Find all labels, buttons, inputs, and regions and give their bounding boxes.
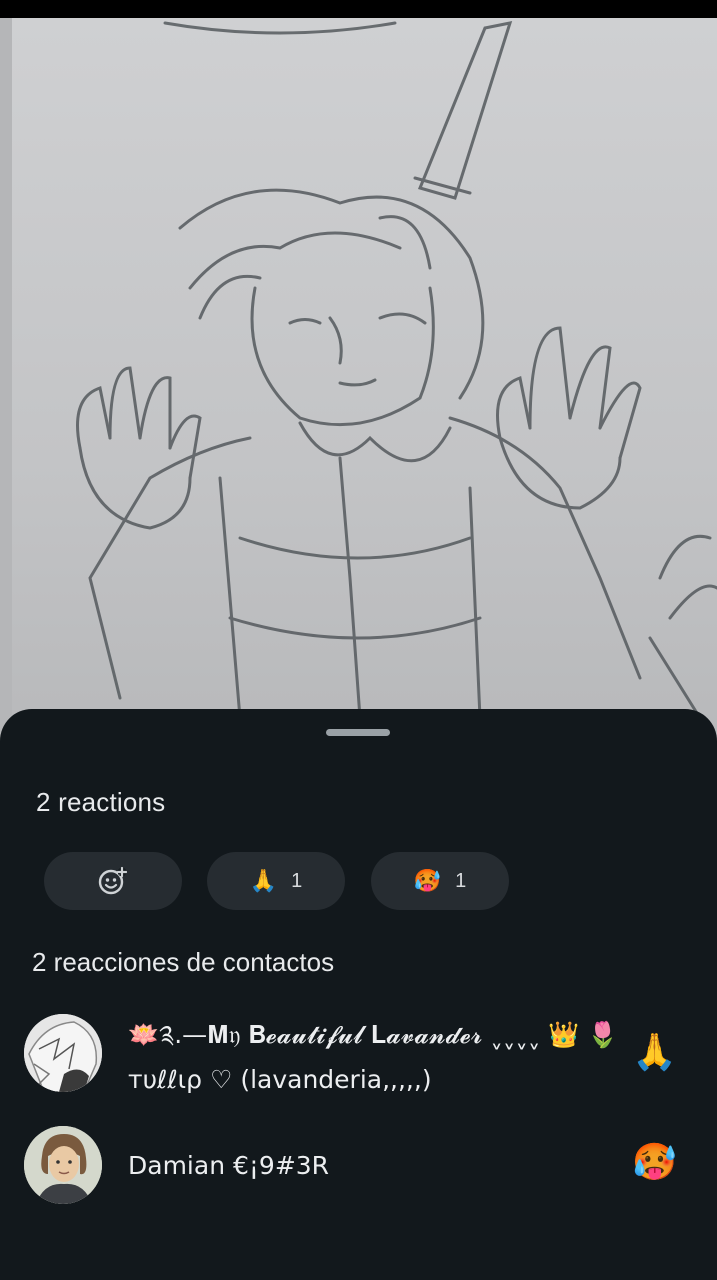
- contact-reaction-row[interactable]: Damian €¡9#3R 🥵: [0, 1121, 717, 1211]
- reaction-chip-count: 1: [455, 869, 467, 892]
- pray-emoji-icon: 🙏: [249, 868, 278, 893]
- avatar[interactable]: [24, 1126, 102, 1204]
- reaction-chip-count: 1: [291, 869, 303, 892]
- contact-name-line2: тυℓℓιρ ♡ (lavanderia,,,,,): [128, 1065, 432, 1094]
- contact-reaction-row[interactable]: 🪷༉.—𝐌𝔶 𝐁𝓮𝓪𝓾𝓽𝓲𝓯𝓾𝓵 𝐋𝓪𝓿𝓪𝓷𝓭𝓮𝓻 ˬˬˬˬ 👑 🌷 тυℓℓι…: [0, 1009, 717, 1099]
- avatar[interactable]: [24, 1014, 102, 1092]
- contact-name: Damian €¡9#3R: [128, 1151, 330, 1180]
- reactions-count-title: 2 reactions: [36, 787, 166, 817]
- pray-emoji-icon: 🙏: [632, 1031, 677, 1072]
- reactions-bottom-sheet: 2 reactions 🙏 1 🥵 1 2 reacciones de cont…: [0, 709, 717, 1280]
- reaction-chip-hot-face[interactable]: 🥵 1: [371, 852, 509, 910]
- status-bar: [0, 0, 717, 18]
- avatar-image: [24, 1014, 102, 1092]
- hot-face-emoji-icon: 🥵: [632, 1141, 677, 1182]
- add-reaction-button[interactable]: [44, 852, 182, 910]
- contact-name-line1: 🪷༉.—𝐌𝔶 𝐁𝓮𝓪𝓾𝓽𝓲𝓯𝓾𝓵 𝐋𝓪𝓿𝓪𝓷𝓭𝓮𝓻 ˬˬˬˬ 👑 🌷: [128, 1020, 619, 1049]
- avatar-image: [24, 1126, 102, 1204]
- pencil-sketch-image: [0, 18, 717, 758]
- add-emoji-icon: [98, 866, 128, 895]
- reaction-chip-pray[interactable]: 🙏 1: [207, 852, 345, 910]
- contacts-reactions-title: 2 reacciones de contactos: [32, 947, 335, 977]
- story-photo[interactable]: [0, 18, 717, 758]
- drag-handle[interactable]: [326, 729, 390, 736]
- hot-face-emoji-icon: 🥵: [413, 868, 442, 893]
